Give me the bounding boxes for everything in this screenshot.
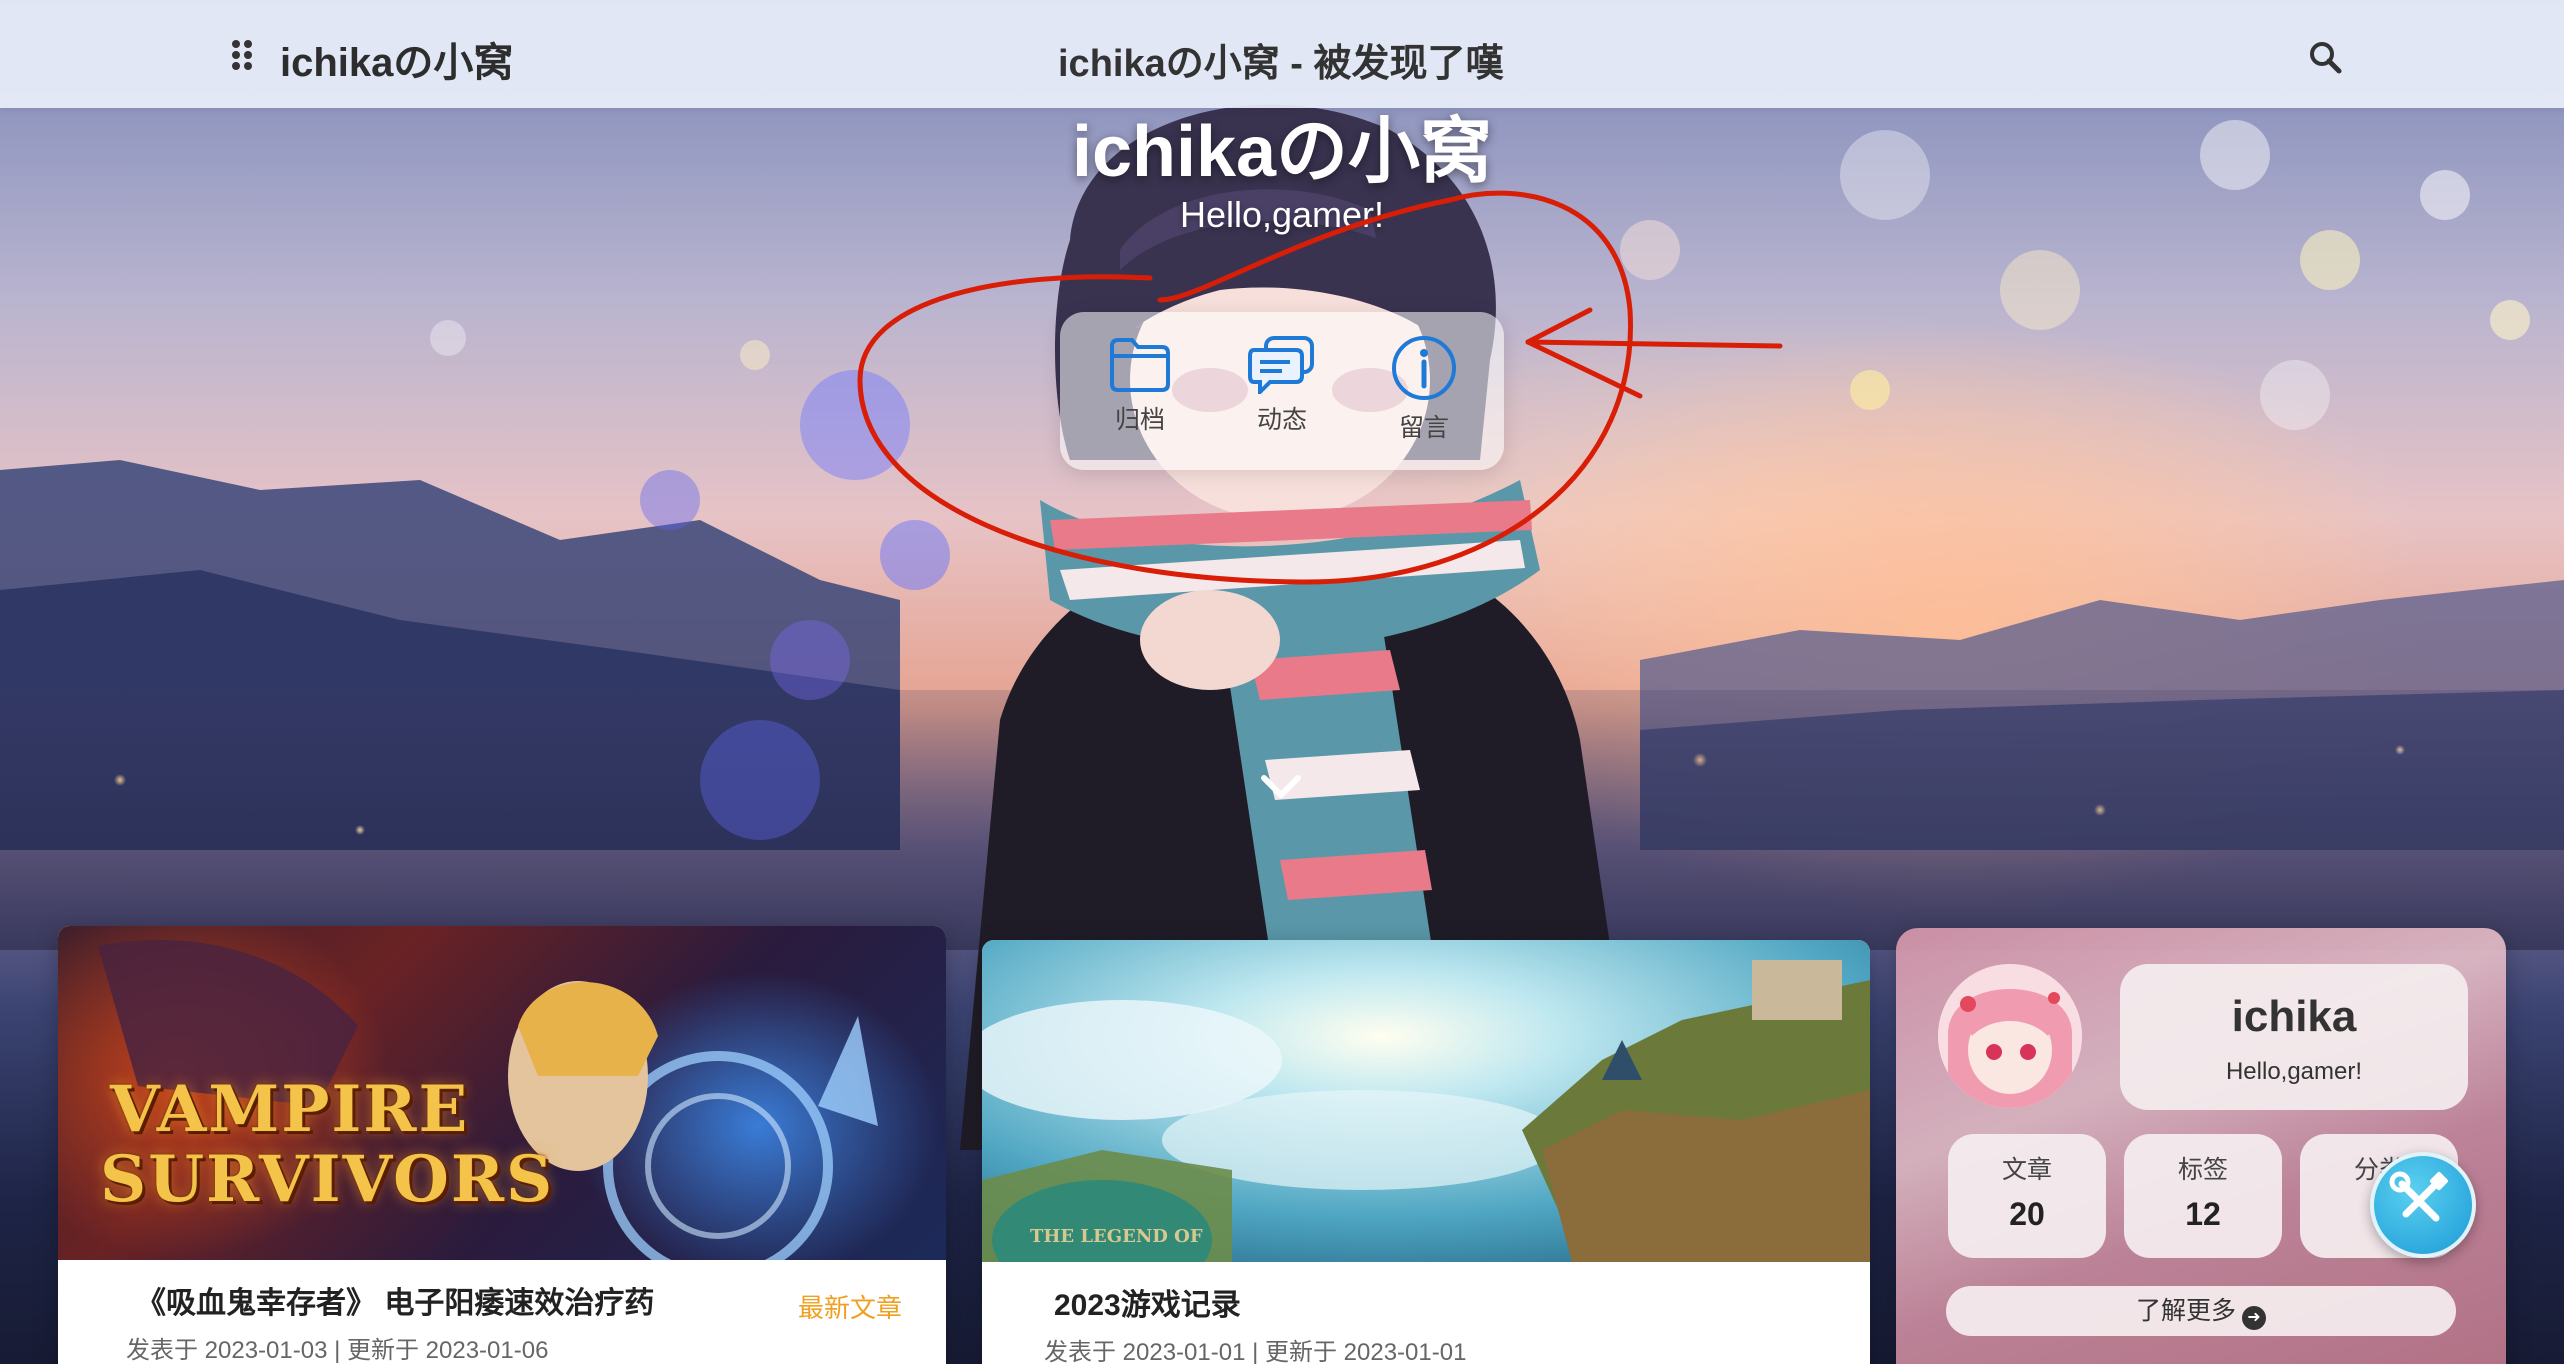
arrow-right-icon: ➜ — [2242, 1306, 2266, 1330]
blog-page: ichikaの小窝 ichikaの小窝 - 被发现了嘆 ichikaの小窝 He… — [0, 0, 2564, 1364]
search-icon[interactable] — [2308, 40, 2342, 74]
quick-links-panel: 归档 动态 留言 — [1060, 312, 1504, 470]
cover-title-line2: SURVIVORS — [100, 1142, 555, 1217]
learn-more-label: 了解更多 — [2135, 1297, 2236, 1325]
wrench-screwdriver-icon — [2389, 1171, 2449, 1222]
archive-link[interactable]: 归档 — [1080, 334, 1200, 436]
cover-art — [982, 940, 1870, 1262]
chevron-down-icon[interactable] — [1258, 770, 1304, 804]
avatar-image — [1938, 964, 2082, 1108]
stat-label: 文章 — [2001, 1156, 2052, 1184]
author-profile-card: ichika Hello,gamer! 文章 20 标签 12 分类 了解更多 ➜ — [1896, 928, 2506, 1364]
hero-subtitle: Hello,gamer! — [1179, 194, 1385, 235]
page-title: ichikaの小窝 - 被发现了嘆 — [1058, 43, 1504, 85]
post-title[interactable]: 2023游戏记录 — [1054, 1280, 1241, 1324]
latest-post-badge: 最新文章 — [797, 1293, 902, 1323]
post-meta: 发表于 2023-01-01 | 更新于 2023-01-01 — [1044, 1339, 1467, 1364]
guestbook-link[interactable]: 留言 — [1364, 334, 1484, 444]
site-brand-link[interactable]: ichikaの小窝 — [280, 30, 513, 88]
author-tagline: Hello,gamer! — [2225, 1058, 2363, 1085]
info-icon — [1392, 336, 1456, 400]
guestbook-label: 留言 — [1398, 414, 1449, 442]
profile-name-box: ichika Hello,gamer! — [2120, 964, 2468, 1110]
learn-more-button[interactable]: 了解更多 ➜ — [1946, 1286, 2456, 1336]
moments-link[interactable]: 动态 — [1222, 334, 1342, 436]
post-cover-image[interactable]: VAMPIRE SURVIVORS — [58, 926, 946, 1260]
stat-tags[interactable]: 标签 12 — [2124, 1134, 2282, 1258]
top-navbar: ichikaの小窝 ichikaの小窝 - 被发现了嘆 — [0, 0, 2564, 108]
author-name: ichika — [2231, 992, 2357, 1041]
post-cover-image[interactable]: THE LEGEND OF — [982, 940, 1870, 1262]
settings-tools-button[interactable] — [2370, 1152, 2476, 1258]
stat-articles[interactable]: 文章 20 — [1948, 1134, 2106, 1258]
post-title[interactable]: 《吸血鬼幸存者》 电子阳痿速效治疗药 — [136, 1278, 654, 1322]
stat-value: 20 — [2009, 1196, 2045, 1232]
moments-label: 动态 — [1256, 406, 1307, 434]
stat-label: 标签 — [2177, 1156, 2228, 1184]
chat-bubbles-icon — [1248, 336, 1314, 394]
grid-dots-icon[interactable] — [232, 40, 256, 70]
cover-logo-text: THE LEGEND OF — [1030, 1226, 1203, 1247]
post-meta: 发表于 2023-01-03 | 更新于 2023-01-06 — [126, 1337, 549, 1364]
avatar[interactable] — [1938, 964, 2082, 1108]
archive-label: 归档 — [1114, 406, 1165, 434]
post-card[interactable]: VAMPIRE SURVIVORS 《吸血鬼幸存者》 电子阳痿速效治疗药 最新文… — [58, 926, 946, 1364]
cover-title-line1: VAMPIRE — [110, 1072, 470, 1147]
stat-value: 12 — [2185, 1196, 2221, 1232]
post-card[interactable]: THE LEGEND OF 2023游戏记录 发表于 2023-01-01 | … — [982, 940, 1870, 1364]
folder-icon — [1110, 338, 1170, 392]
